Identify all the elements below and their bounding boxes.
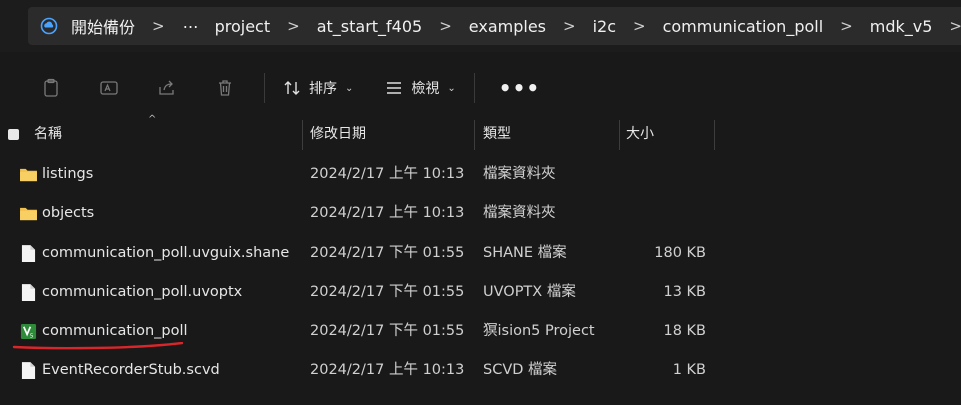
column-header-date[interactable]: 修改日期: [310, 118, 366, 150]
share-button[interactable]: [138, 70, 196, 106]
column-header-type[interactable]: 類型: [483, 118, 511, 150]
file-list: listings 2024/2/17 上午 10:13 檔案資料夾 object…: [0, 155, 961, 391]
file-name: communication_poll.uvoptx: [42, 283, 243, 300]
column-header-row: ^ 名稱 修改日期 類型 大小: [0, 114, 961, 150]
command-bar: 排序 ⌄ 檢視 ⌄ •••: [0, 60, 961, 116]
breadcrumb-mdk-v5[interactable]: mdk_v5: [863, 17, 940, 36]
column-resize-handle[interactable]: [474, 120, 475, 150]
file-row-uvguix[interactable]: communication_poll.uvguix.shane 2024/2/1…: [0, 234, 961, 273]
file-name: listings: [42, 166, 94, 182]
delete-button[interactable]: [196, 70, 254, 106]
copy-button[interactable]: [22, 70, 80, 106]
file-type: 猽ision5 Project: [483, 323, 595, 340]
address-bar[interactable]: 開始備份 > ⋯ project > at_start_f405 > examp…: [28, 7, 961, 45]
rename-button[interactable]: [80, 70, 138, 106]
file-size: [620, 194, 706, 233]
file-date: 2024/2/17 上午 10:13: [310, 362, 465, 379]
breadcrumb-separator[interactable]: >: [939, 17, 961, 35]
breadcrumb-separator[interactable]: >: [553, 17, 586, 35]
breadcrumb-project[interactable]: project: [208, 17, 278, 36]
folder-icon: [18, 165, 38, 185]
address-bar-area: 開始備份 > ⋯ project > at_start_f405 > examp…: [0, 0, 961, 52]
breadcrumb-separator[interactable]: >: [142, 17, 175, 35]
file-type: SHANE 檔案: [483, 244, 567, 261]
file-size: 18 KB: [663, 323, 706, 340]
file-size: 180 KB: [654, 244, 706, 261]
sort-icon: [284, 81, 300, 95]
breadcrumb-separator[interactable]: >: [623, 17, 656, 35]
breadcrumb-i2c[interactable]: i2c: [586, 17, 623, 36]
file-type: 檔案資料夾: [483, 205, 556, 222]
svg-text:5: 5: [29, 334, 33, 340]
file-date: 2024/2/17 下午 01:55: [310, 283, 465, 300]
folder-icon: [18, 204, 38, 224]
sort-label: 排序: [309, 81, 337, 97]
view-button[interactable]: 檢視 ⌄: [377, 70, 463, 106]
file-size: 1 KB: [672, 362, 706, 379]
column-header-name[interactable]: 名稱: [34, 118, 62, 150]
column-resize-handle[interactable]: [714, 120, 715, 150]
trash-icon: [219, 80, 231, 96]
breadcrumb-ellipsis[interactable]: ⋯: [175, 17, 208, 36]
rename-icon: [100, 81, 118, 95]
breadcrumb-root[interactable]: 開始備份: [64, 14, 142, 38]
cloud-backup-icon: [40, 17, 58, 35]
file-name: communication_poll.uvguix.shane: [42, 244, 290, 261]
toolbar-divider: [264, 73, 265, 103]
file-name: EventRecorderStub.scvd: [42, 362, 220, 379]
file-row-scvd[interactable]: EventRecorderStub.scvd 2024/2/17 上午 10:1…: [0, 351, 961, 390]
file-name: objects: [42, 205, 95, 222]
file-row-uvision-project[interactable]: 5 communication_poll 2024/2/17 下午 01:55 …: [0, 312, 961, 351]
breadcrumb-examples[interactable]: examples: [462, 17, 553, 36]
chevron-down-icon: ⌄: [345, 82, 354, 94]
breadcrumb-communication-poll[interactable]: communication_poll: [656, 17, 831, 36]
file-date: 2024/2/17 上午 10:13: [310, 205, 465, 222]
breadcrumb-separator[interactable]: >: [277, 17, 310, 35]
red-underline-annotation: [12, 342, 184, 350]
file-row-listings[interactable]: listings 2024/2/17 上午 10:13 檔案資料夾: [0, 155, 961, 194]
clipboard-icon: [44, 78, 58, 97]
sort-button[interactable]: 排序 ⌄: [275, 70, 361, 106]
select-all-checkbox[interactable]: [8, 129, 19, 140]
breadcrumb-at-start-f405[interactable]: at_start_f405: [310, 17, 430, 36]
more-options-button[interactable]: •••: [485, 70, 554, 106]
view-list-icon: [387, 82, 402, 94]
file-date: 2024/2/17 下午 01:55: [310, 323, 465, 340]
file-size: 13 KB: [663, 283, 706, 300]
column-header-size[interactable]: 大小: [626, 118, 654, 150]
sort-ascending-icon: ^: [148, 114, 157, 125]
file-type: UVOPTX 檔案: [483, 283, 576, 300]
file-size: [620, 155, 706, 194]
file-icon: [18, 282, 38, 302]
file-icon: [18, 361, 38, 381]
file-icon: [18, 243, 38, 263]
file-row-objects[interactable]: objects 2024/2/17 上午 10:13 檔案資料夾: [0, 194, 961, 233]
column-resize-handle[interactable]: [619, 120, 620, 150]
file-date: 2024/2/17 上午 10:13: [310, 166, 465, 182]
toolbar-divider: [473, 73, 475, 103]
view-label: 檢視: [411, 81, 440, 97]
file-type: SCVD 檔案: [483, 362, 558, 379]
share-icon: [159, 80, 174, 95]
breadcrumb-separator[interactable]: >: [429, 17, 462, 35]
breadcrumb-separator[interactable]: >: [830, 17, 863, 35]
file-date: 2024/2/17 下午 01:55: [310, 244, 465, 261]
uvision-project-icon: 5: [18, 322, 38, 342]
file-type: 檔案資料夾: [483, 166, 556, 182]
file-row-uvoptx[interactable]: communication_poll.uvoptx 2024/2/17 下午 0…: [0, 273, 961, 312]
column-resize-handle[interactable]: [302, 120, 303, 150]
chevron-down-icon: ⌄: [447, 82, 456, 94]
